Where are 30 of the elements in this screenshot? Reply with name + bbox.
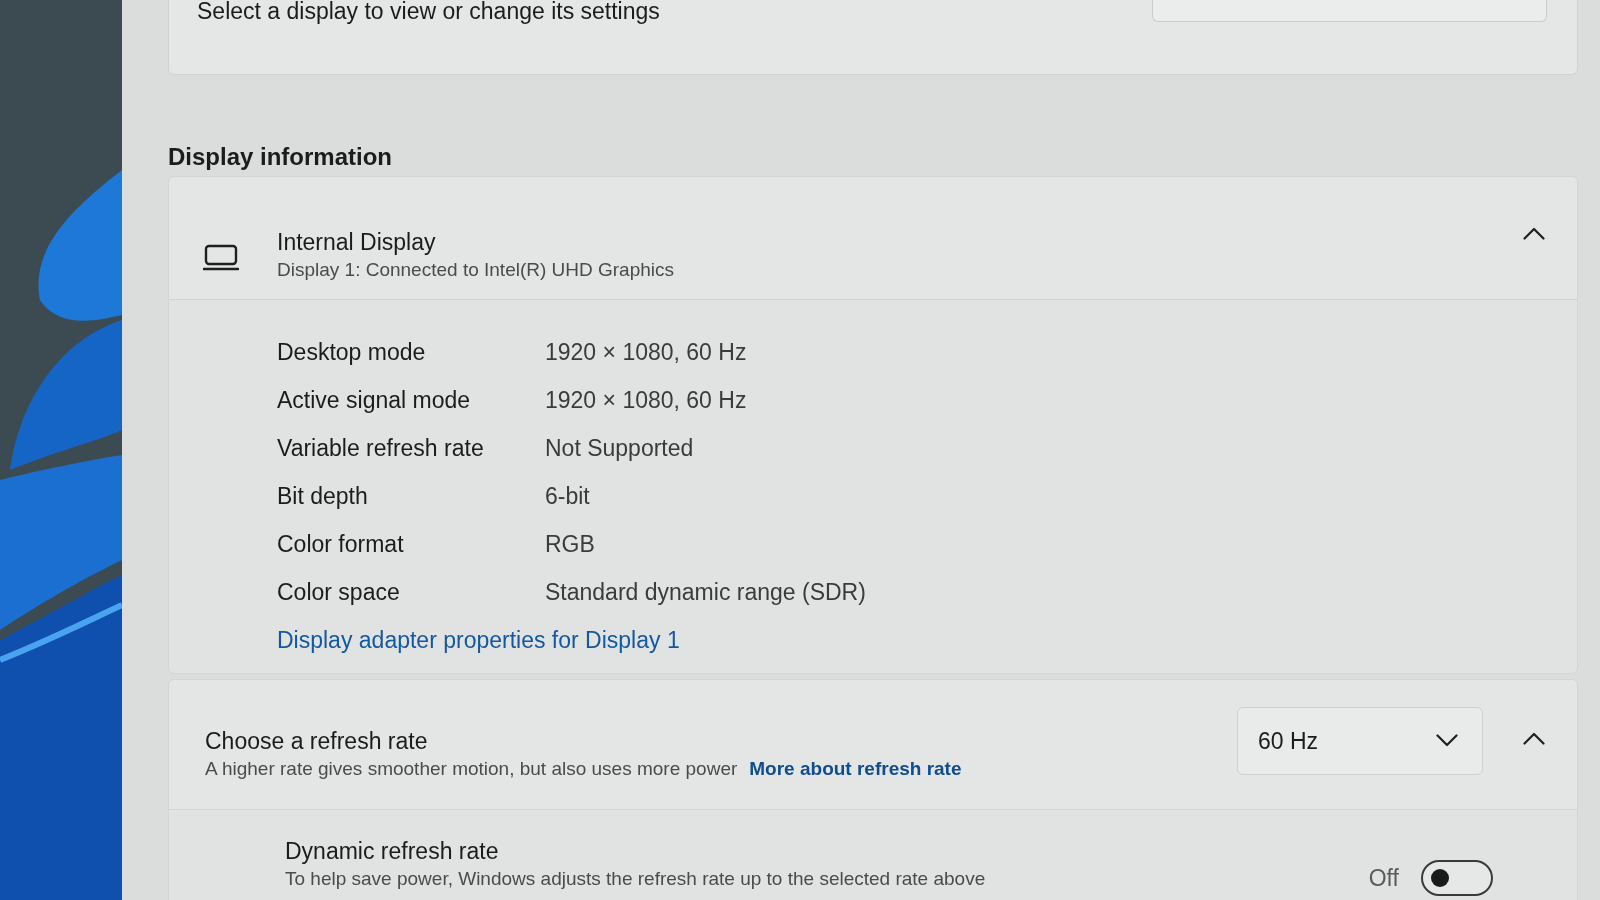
dynamic-refresh-title: Dynamic refresh rate (285, 836, 499, 866)
refresh-rate-title: Choose a refresh rate (205, 726, 428, 756)
refresh-rate-dropdown[interactable]: 60 Hz (1237, 706, 1483, 775)
dynamic-refresh-description: To help save power, Windows adjusts the refresh rate up to the selected rate above (285, 866, 986, 891)
property-value: RGB (545, 530, 595, 559)
section-heading: Display information (168, 142, 393, 172)
property-label: Desktop mode (277, 338, 426, 367)
property-label: Bit depth (277, 482, 368, 511)
property-value: Not Supported (545, 434, 694, 463)
property-value: Standard dynamic range (SDR) (545, 578, 866, 607)
property-label: Color format (277, 530, 404, 559)
display-selector-label: Select a display to view or change its settings (197, 0, 660, 26)
property-label: Variable refresh rate (277, 434, 484, 463)
display-card-header[interactable]: Internal Display Display 1: Connected to Intel(R) UHD Graphics (168, 176, 1578, 300)
collapse-chevron-icon[interactable] (1523, 227, 1545, 240)
refresh-rate-link[interactable]: More about refresh rate (749, 755, 962, 782)
laptop-icon (203, 244, 239, 272)
collapse-chevron-icon[interactable] (1523, 732, 1545, 745)
dynamic-refresh-toggle[interactable] (1421, 859, 1493, 896)
property-label: Active signal mode (277, 386, 471, 415)
display-title: Internal Display (277, 228, 436, 257)
property-value: 1920 × 1080, 60 Hz (545, 386, 747, 415)
dropdown-chevron-icon[interactable] (1436, 734, 1458, 747)
property-label: Color space (277, 578, 400, 607)
adapter-properties-link[interactable]: Display adapter properties for Display 1 (277, 625, 680, 655)
refresh-rate-description: A higher rate gives smoother motion, but also uses more power (205, 756, 738, 781)
toggle-state-label: Off (1368, 863, 1399, 893)
property-value: 1920 × 1080, 60 Hz (545, 338, 747, 367)
display-subtitle: Display 1: Connected to Intel(R) UHD Graphics (277, 258, 675, 282)
property-value: 6-bit (545, 482, 590, 511)
